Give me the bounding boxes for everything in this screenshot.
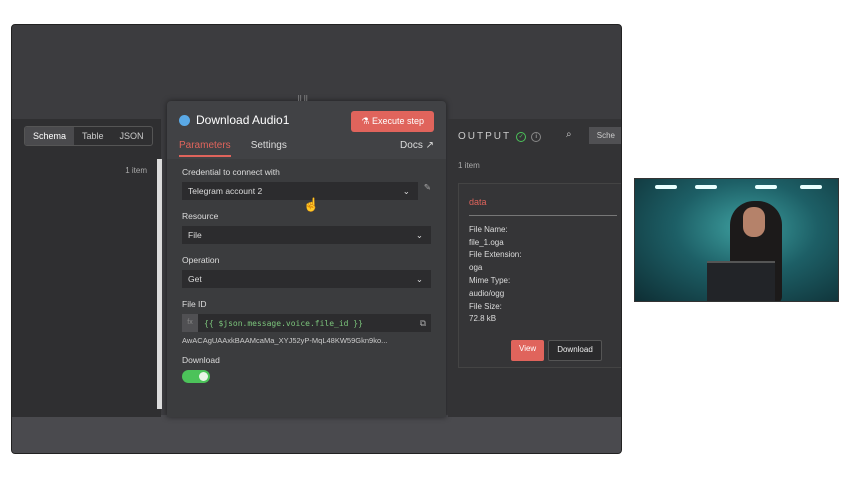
field-value: file_1.oga	[469, 237, 504, 247]
file-id-preview: AwACAgUAAxkBAAMcaMa_XYJ52yP-MqL48KW59Gkn…	[182, 336, 388, 345]
presenter-face	[743, 207, 765, 237]
field-value: 72.8 kB	[469, 314, 497, 324]
credential-select[interactable]: Telegram account 2 ⌄	[182, 182, 418, 200]
credential-label: Credential to connect with	[182, 167, 280, 177]
credential-value: Telegram account 2	[188, 186, 263, 196]
binary-data-card: data File Name: file_1.oga File Extensio…	[458, 183, 621, 368]
tab-table[interactable]: Table	[74, 127, 112, 145]
docs-label: Docs	[400, 140, 423, 151]
field-value: oga	[469, 263, 483, 273]
hand-cursor-icon: ☝	[303, 197, 320, 212]
tab-settings[interactable]: Settings	[251, 140, 287, 157]
telegram-icon	[179, 114, 190, 126]
webcam-video	[634, 178, 839, 302]
output-title: OUTPUT	[458, 131, 512, 142]
resource-select[interactable]: File ⌄	[182, 226, 431, 244]
output-panel: OUTPUT ✓ i ⌕ Sche 1 item data File Name: f…	[448, 119, 621, 417]
file-id-input[interactable]: fx{{ $json.message.voice.file_id }} ⧉	[182, 314, 431, 332]
laptop	[707, 261, 775, 301]
info-icon: i	[531, 131, 542, 142]
tab-parameters[interactable]: Parameters	[179, 140, 231, 157]
operation-label: Operation	[182, 255, 220, 265]
node-title-text[interactable]: Download Audio1	[196, 113, 289, 127]
search-icon[interactable]: ⌕	[566, 129, 572, 140]
view-tabs: Schema Table JSON	[24, 126, 153, 146]
node-title: Download Audio1	[179, 113, 289, 127]
expand-icon[interactable]: ⧉	[420, 318, 431, 329]
binary-name: data	[469, 196, 617, 216]
download-toggle[interactable]	[182, 370, 210, 383]
input-panel: Schema Table JSON 1 item	[12, 119, 162, 417]
view-button[interactable]: View	[511, 340, 545, 361]
tab-schema[interactable]: Schema	[25, 127, 75, 145]
drag-handle[interactable]: ⠿⠿	[297, 95, 309, 103]
fx-icon: fx	[182, 314, 198, 332]
ceiling-light	[695, 185, 717, 189]
download-button[interactable]: Download	[548, 340, 602, 361]
field-label: File Extension:	[469, 250, 522, 260]
output-item-count: 1 item	[458, 161, 480, 170]
pencil-icon[interactable]: ✎	[424, 182, 431, 193]
ceiling-light	[800, 185, 822, 189]
chevron-down-icon: ⌄	[402, 185, 410, 196]
chevron-down-icon: ⌄	[415, 229, 423, 240]
docs-link[interactable]: Docs ↗	[400, 140, 434, 151]
tab-json[interactable]: JSON	[112, 127, 152, 145]
operation-value: Get	[188, 274, 202, 284]
chevron-down-icon: ⌄	[415, 273, 423, 284]
ceiling-light	[755, 185, 777, 189]
download-label: Download	[182, 355, 220, 365]
workflow-editor-frame: Schema Table JSON 1 item ⠿⠿ Download Aud…	[11, 24, 622, 454]
node-parameters-panel: ⠿⠿ Download Audio1 ⚗ Execute step Parame…	[167, 96, 446, 417]
field-value: audio/ogg	[469, 288, 505, 298]
external-link-icon: ↗	[425, 140, 434, 151]
operation-select[interactable]: Get ⌄	[182, 270, 431, 288]
item-count: 1 item	[125, 166, 147, 175]
scrollbar[interactable]	[157, 159, 162, 409]
resource-value: File	[188, 230, 202, 240]
execute-step-button[interactable]: ⚗ Execute step	[351, 111, 434, 132]
field-label: File Name:	[469, 224, 508, 234]
file-id-label: File ID	[182, 299, 207, 309]
file-id-expression[interactable]: {{ $json.message.voice.file_id }}	[198, 319, 420, 328]
canvas-bottom	[12, 415, 621, 453]
execute-label: Execute step	[371, 116, 424, 126]
success-check-icon: ✓	[516, 131, 527, 142]
tab-schema-output[interactable]: Sche	[588, 127, 621, 144]
ceiling-light	[655, 185, 677, 189]
field-label: File Size:	[469, 301, 502, 311]
field-label: Mime Type:	[469, 275, 511, 285]
